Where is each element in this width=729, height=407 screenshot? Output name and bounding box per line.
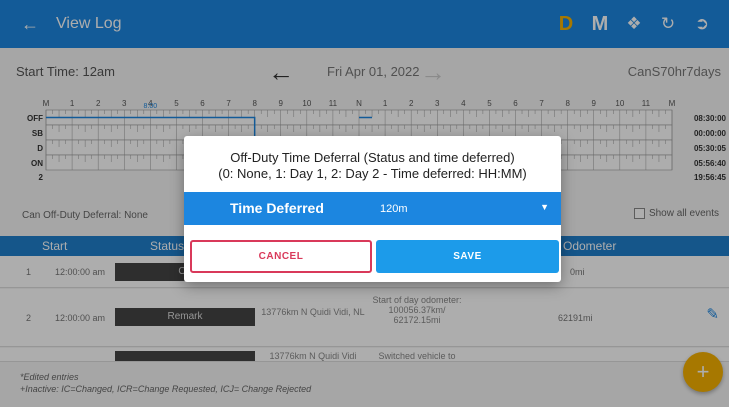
- dialog-title-line2: (0: None, 1: Day 1, 2: Day 2 - Time defe…: [218, 166, 527, 181]
- dialog-title-line1: Off-Duty Time Deferral (Status and time …: [230, 150, 515, 165]
- chevron-down-icon[interactable]: ▼: [540, 202, 549, 212]
- dialog-title: Off-Duty Time Deferral (Status and time …: [184, 150, 561, 182]
- cancel-button[interactable]: CANCEL: [190, 240, 372, 273]
- deferral-dialog: Off-Duty Time Deferral (Status and time …: [184, 136, 561, 282]
- save-button[interactable]: SAVE: [376, 240, 559, 273]
- time-deferred-value[interactable]: 120m: [380, 203, 408, 215]
- time-deferred-select[interactable]: Time Deferred 120m ▼: [184, 192, 561, 225]
- time-deferred-label: Time Deferred: [230, 200, 324, 216]
